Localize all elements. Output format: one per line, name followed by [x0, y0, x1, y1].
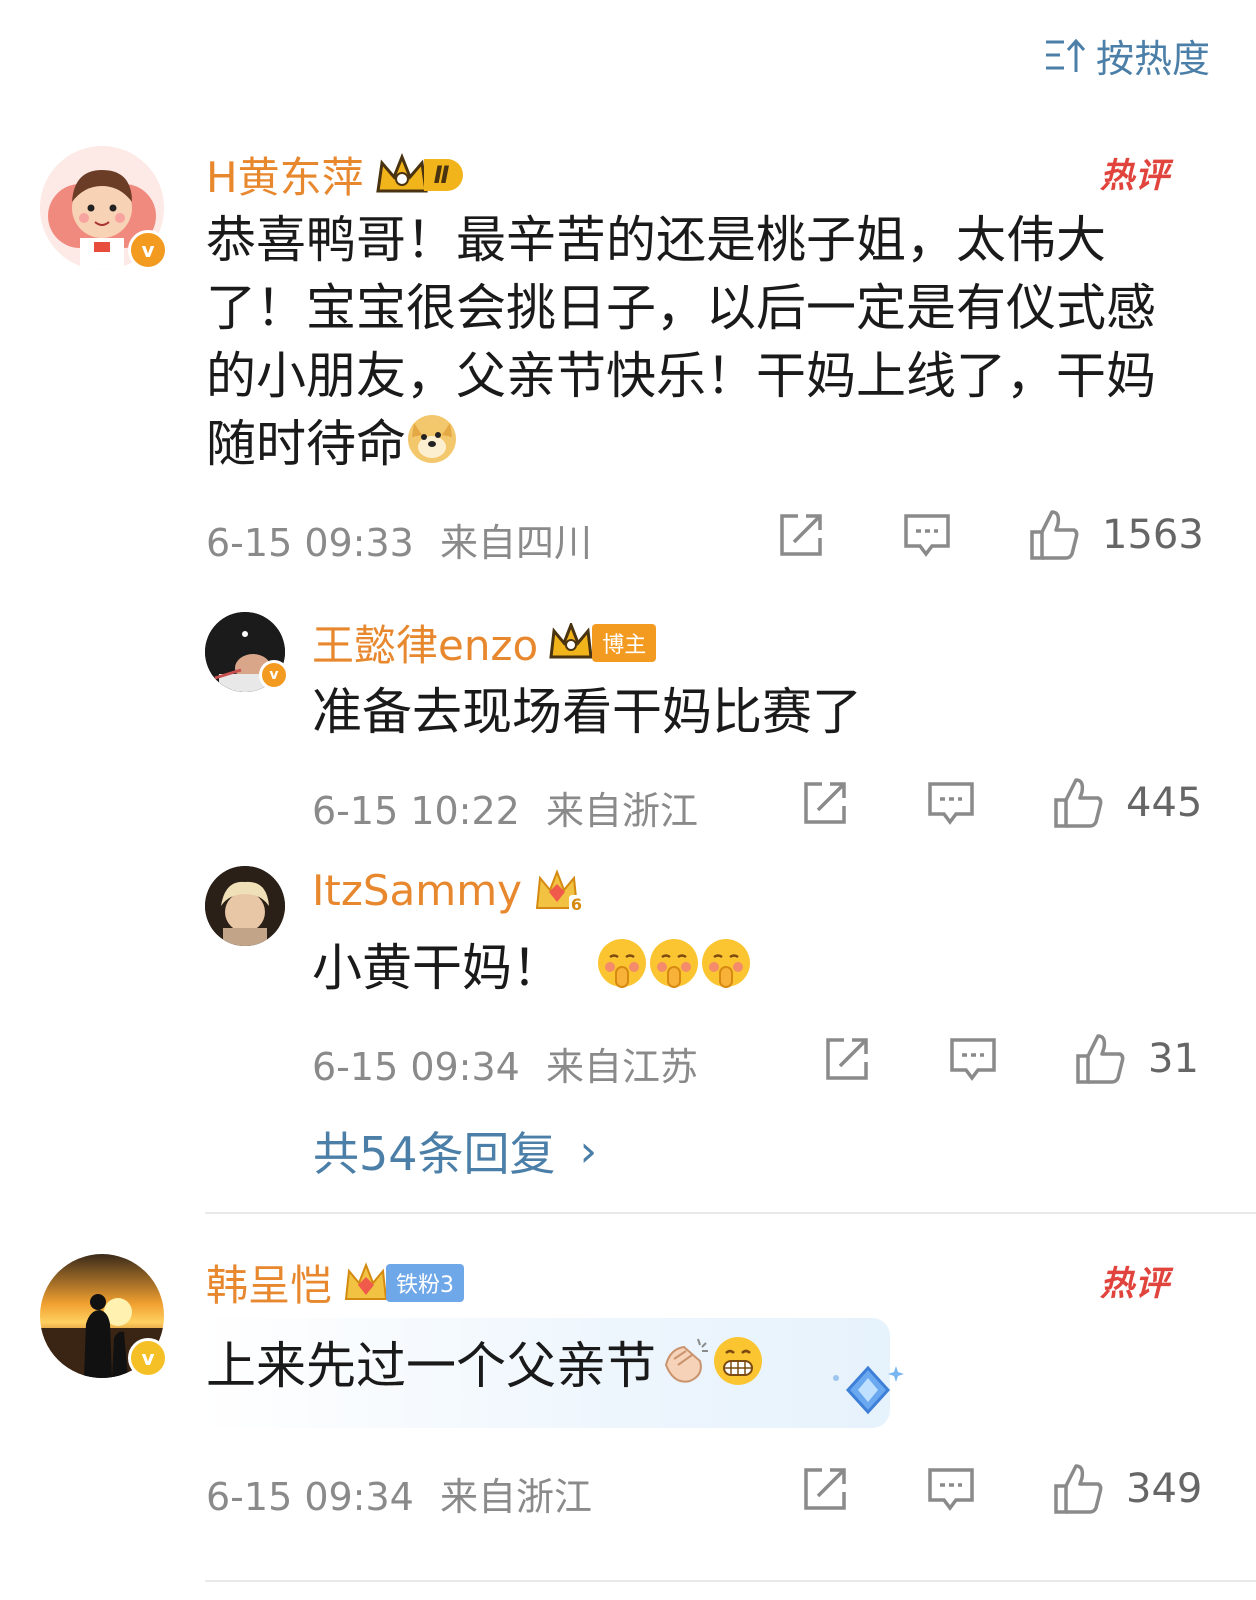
sort-icon — [1045, 38, 1086, 72]
reply-text: 小黄干妈！ — [312, 934, 752, 1006]
sort-label: 按热度 — [1095, 37, 1210, 81]
reply-button[interactable] — [926, 778, 976, 828]
verified-v-icon: v — [259, 660, 289, 690]
location: 来自浙江 — [439, 1475, 592, 1519]
comment-meta: 6-15 09:33 来自四川 — [206, 512, 592, 567]
crown-icon — [549, 622, 593, 658]
comment-icon — [904, 514, 950, 557]
like-button[interactable]: 445 — [1052, 776, 1202, 830]
username[interactable]: 韩呈恺 — [206, 1252, 332, 1313]
thumbs-up-icon — [1054, 778, 1103, 828]
repost-icon — [804, 782, 846, 824]
reply-button[interactable] — [926, 1464, 976, 1514]
level-badge: Ⅱ — [423, 158, 464, 191]
repost-icon — [826, 1038, 868, 1080]
diamond-decoration-icon — [833, 1365, 904, 1415]
reply-meta: 6-15 09:34 来自江苏 — [312, 1036, 698, 1091]
like-button[interactable]: 349 — [1052, 1462, 1202, 1516]
location: 来自浙江 — [545, 789, 698, 833]
reply-username[interactable]: ItzSammy — [312, 866, 522, 915]
verified-v-icon: v — [128, 230, 168, 270]
like-count: 349 — [1126, 1466, 1203, 1512]
comment-icon — [950, 1038, 996, 1081]
comment-meta: 6-15 09:34 来自浙江 — [206, 1466, 592, 1521]
timestamp: 6-15 09:34 — [312, 1045, 520, 1089]
member-crown-badge: Ⅱ — [374, 152, 464, 197]
timestamp: 6-15 09:34 — [206, 1475, 414, 1519]
location: 来自四川 — [439, 521, 592, 565]
shush-emoji-icon — [596, 937, 648, 1006]
thumbs-up-icon — [1076, 1034, 1125, 1084]
verified-v-icon: v — [128, 1338, 168, 1378]
timestamp: 6-15 10:22 — [312, 789, 520, 833]
repost-button[interactable] — [776, 510, 826, 560]
reply-button[interactable] — [902, 510, 952, 560]
chevron-right-icon: › — [579, 1125, 598, 1177]
comment-text: 恭喜鸭哥！最辛苦的还是桃子姐，太伟大了！宝宝很会挑日子，以后一定是有仪式感的小朋… — [206, 206, 1174, 482]
shush-emoji-icon — [700, 937, 752, 1006]
comment-icon — [928, 1468, 974, 1511]
thumbs-up-icon — [1054, 1464, 1103, 1514]
location: 来自江苏 — [545, 1045, 698, 1089]
timestamp: 6-15 09:33 — [206, 521, 414, 565]
avatar[interactable]: v — [40, 1254, 168, 1378]
thumbs-up-icon — [1030, 510, 1079, 560]
reply-button[interactable] — [948, 1034, 998, 1084]
hot-comment-tag: 热评 — [1100, 156, 1170, 196]
like-count: 445 — [1126, 780, 1203, 826]
clap-emoji-icon — [656, 1335, 712, 1404]
crown-gem-icon — [344, 1261, 388, 1300]
reply-avatar[interactable] — [205, 866, 285, 946]
sort-by-hot-button[interactable]: 按热度 — [1044, 28, 1210, 83]
crown-icon — [375, 152, 428, 192]
doge-emoji-icon — [406, 413, 458, 482]
repost-button[interactable] — [800, 1464, 850, 1514]
repost-button[interactable] — [822, 1034, 872, 1084]
grin-emoji-icon — [712, 1335, 764, 1404]
divider — [205, 1580, 1256, 1582]
like-count: 31 — [1148, 1036, 1199, 1082]
like-button[interactable]: 1563 — [1028, 508, 1204, 562]
avatar[interactable]: v — [40, 146, 168, 270]
username[interactable]: H黄东萍 — [206, 144, 364, 205]
view-all-replies-link[interactable]: 共54条回复 › — [313, 1118, 597, 1184]
reply-text: 准备去现场看干妈比赛了 — [312, 683, 862, 741]
fan-level-badge: 6 — [532, 868, 584, 914]
blogger-badge: 博主 — [548, 622, 657, 663]
comment-text: 上来先过一个父亲节 — [206, 1332, 764, 1404]
reply-avatar[interactable]: v — [205, 612, 289, 692]
hot-comment-tag: 热评 — [1100, 1264, 1170, 1304]
like-button[interactable]: 31 — [1074, 1032, 1199, 1086]
shush-emoji-icon — [648, 937, 700, 1006]
reply-username[interactable]: 王懿律enzo — [312, 612, 538, 673]
repost-icon — [780, 514, 822, 556]
like-count: 1563 — [1102, 512, 1204, 558]
reply-meta: 6-15 10:22 来自浙江 — [312, 780, 698, 835]
repost-button[interactable] — [800, 778, 850, 828]
repost-icon — [804, 1468, 846, 1510]
comment-icon — [928, 782, 974, 825]
iron-fan-badge: 铁粉3 — [342, 1261, 465, 1305]
divider — [205, 1212, 1256, 1214]
